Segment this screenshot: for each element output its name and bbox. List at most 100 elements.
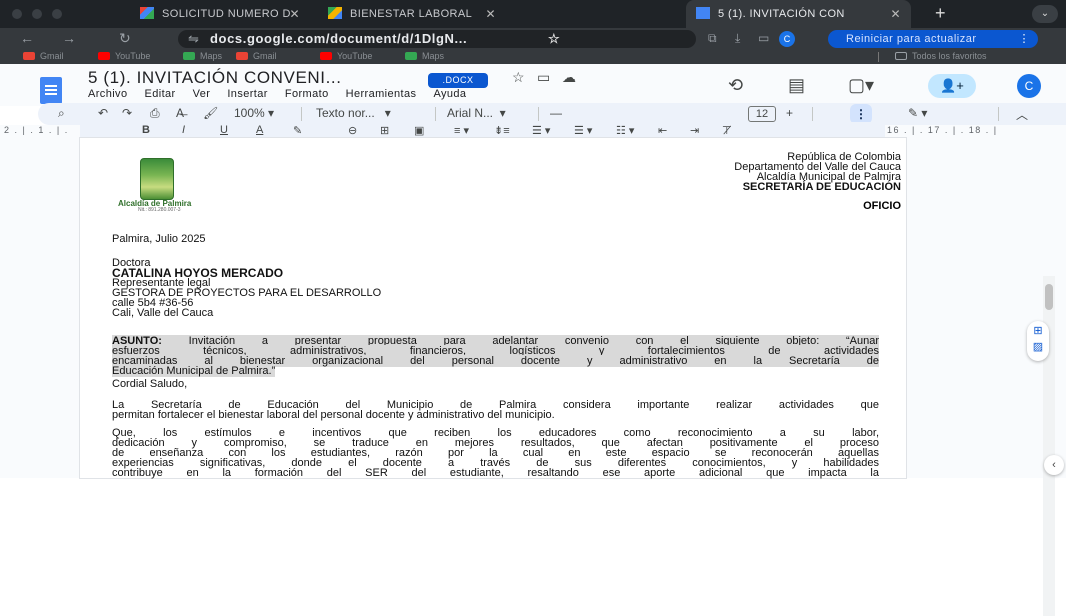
profile-avatar[interactable]: C: [779, 31, 795, 47]
url-field[interactable]: ⇋ docs.google.com/document/d/1DlgN... ☆: [178, 30, 696, 48]
bookmark-divider: [878, 52, 879, 62]
window-controls[interactable]: [12, 9, 62, 19]
logo-nit: Nit.: 891.280.007-3: [138, 207, 181, 213]
bookmark-star-icon[interactable]: ☆: [548, 30, 560, 48]
sidepanel-icon[interactable]: ▭: [758, 31, 769, 45]
document-page[interactable]: Alcaldía de Palmira Nit.: 891.280.007-3 …: [80, 138, 906, 479]
menu-formato[interactable]: Formato: [285, 88, 329, 100]
undo-icon[interactable]: ↶: [98, 106, 108, 120]
checklist-icon[interactable]: ☰ ▾: [532, 124, 550, 137]
docs-icon: [696, 7, 710, 19]
document-canvas: Alcaldía de Palmira Nit.: 891.280.007-3 …: [0, 138, 1066, 616]
clear-formatting-icon[interactable]: ⊤̸: [722, 124, 732, 137]
align-icon[interactable]: ≡ ▾: [454, 124, 469, 137]
scroll-thumb[interactable]: [1045, 284, 1053, 310]
print-icon[interactable]: ⎙: [150, 106, 160, 121]
underline-button[interactable]: U: [220, 124, 228, 136]
tab-search-icon[interactable]: ⌄: [1032, 5, 1058, 23]
paragraph-1: La Secretaría de Educación del Municipio…: [112, 399, 879, 421]
tab-label: SOLICITUD NUMERO D: [162, 8, 291, 20]
close-tab-icon[interactable]: ✕: [486, 0, 496, 28]
download-icon[interactable]: ⤓: [735, 31, 740, 46]
docx-badge: .DOCX: [428, 73, 488, 88]
redo-icon[interactable]: ↷: [122, 106, 132, 120]
letter-date: Palmira, Julio 2025: [112, 233, 206, 245]
menu-insertar[interactable]: Insertar: [227, 88, 268, 100]
back-icon[interactable]: ←: [20, 30, 34, 46]
bold-button[interactable]: B: [142, 124, 150, 136]
increase-indent-icon[interactable]: ⇥: [690, 124, 699, 137]
font-select[interactable]: Arial N... ▾: [447, 106, 506, 120]
numbered-list-icon[interactable]: ☷ ▾: [616, 124, 634, 137]
text-color-button[interactable]: A: [256, 124, 263, 136]
oficio-label: OFICIO: [863, 200, 901, 212]
tab-label: 5 (1). INVITACIÓN CON: [718, 8, 845, 20]
insert-image-icon[interactable]: ▣: [414, 124, 424, 137]
insert-comment-icon[interactable]: ⊞: [380, 124, 389, 137]
alcaldia-logo: [140, 158, 174, 200]
font-size-input[interactable]: 12: [748, 106, 776, 122]
collapse-menus-icon[interactable]: ︿: [1016, 106, 1028, 123]
bookmark-youtube[interactable]: YouTube: [320, 51, 372, 61]
close-tab-icon[interactable]: ✕: [290, 0, 300, 28]
style-select[interactable]: Texto nor... ▾: [316, 106, 391, 120]
decrease-font-size-button[interactable]: —: [550, 106, 562, 120]
menu-ver[interactable]: Ver: [193, 88, 211, 100]
suggest-edit-icon[interactable]: ▨: [1027, 340, 1049, 353]
comments-icon[interactable]: ▤: [788, 75, 805, 96]
ruler-numbers-left: 2 . | . 1 . | .: [4, 125, 69, 135]
forward-icon[interactable]: →: [62, 30, 76, 46]
reload-icon[interactable]: ↻: [119, 30, 131, 47]
bookmark-gmail[interactable]: Gmail: [23, 51, 64, 61]
search-menus-icon[interactable]: ⌕: [58, 106, 65, 121]
asunto-paragraph: ASUNTO: Invitación a presentar propuesta…: [112, 335, 879, 377]
paint-format-icon[interactable]: 🖌: [203, 106, 218, 120]
share-button[interactable]: 👤+: [928, 74, 976, 98]
star-icon[interactable]: ☆: [512, 69, 525, 86]
letterhead: República de Colombia Departamento del V…: [734, 151, 901, 193]
cloud-status-icon[interactable]: ☁: [562, 69, 576, 86]
browser-tab-invitacion[interactable]: 5 (1). INVITACIÓN CON ✕: [686, 0, 911, 28]
menu-ayuda[interactable]: Ayuda: [433, 88, 466, 100]
link-icon[interactable]: ⊖: [348, 124, 357, 137]
menu-herramientas[interactable]: Herramientas: [346, 88, 417, 100]
url-text: docs.google.com/document/d/1DlgN...: [210, 31, 468, 46]
history-icon[interactable]: ⟲: [728, 75, 743, 96]
italic-button[interactable]: I: [182, 124, 185, 136]
side-panel-toggle-icon[interactable]: ‹: [1044, 455, 1064, 475]
chrome-menu-icon[interactable]: ⋮: [1019, 30, 1031, 48]
extensions-icon[interactable]: ⧉: [708, 31, 717, 46]
site-settings-icon[interactable]: ⇋: [188, 30, 202, 48]
browser-tab-bienestar[interactable]: BIENESTAR LABORAL ✕: [318, 0, 506, 28]
bookmark-maps[interactable]: Maps: [183, 51, 222, 61]
menu-archivo[interactable]: Archivo: [88, 88, 127, 100]
bookmark-youtube[interactable]: YouTube: [98, 51, 150, 61]
update-label: Reiniciar para actualizar: [846, 33, 977, 45]
maximize-window-dot[interactable]: [52, 9, 62, 19]
spellcheck-icon[interactable]: A̶: [176, 106, 184, 120]
meet-icon[interactable]: ▢▾: [848, 75, 874, 96]
document-title[interactable]: 5 (1). INVITACIÓN CONVENI...: [88, 68, 342, 88]
bulleted-list-icon[interactable]: ☰ ▾: [574, 124, 592, 137]
pen-icon[interactable]: ✎ ▾: [908, 106, 927, 120]
close-window-dot[interactable]: [12, 9, 22, 19]
increase-font-size-button[interactable]: +: [786, 106, 793, 120]
bookmark-gmail[interactable]: Gmail: [236, 51, 277, 61]
new-tab-button[interactable]: +: [935, 3, 946, 24]
bookmark-maps[interactable]: Maps: [405, 51, 444, 61]
menu-editar[interactable]: Editar: [144, 88, 175, 100]
zoom-select[interactable]: 100% ▾: [234, 106, 274, 120]
user-avatar[interactable]: C: [1017, 74, 1041, 98]
browser-tab-solicitud[interactable]: SOLICITUD NUMERO D ✕: [130, 0, 310, 28]
update-chrome-button[interactable]: Reiniciar para actualizar ⋮: [828, 30, 1038, 48]
move-folder-icon[interactable]: ▭: [537, 69, 550, 86]
highlight-icon[interactable]: ✎: [293, 124, 302, 137]
line-spacing-icon[interactable]: ⇟≡: [494, 124, 510, 137]
minimize-window-dot[interactable]: [32, 9, 42, 19]
all-bookmarks[interactable]: Todos los favoritos: [895, 51, 987, 61]
more-options-icon[interactable]: ⋮: [850, 104, 872, 124]
close-tab-icon[interactable]: ✕: [891, 0, 901, 28]
add-comment-icon[interactable]: ⊞: [1027, 324, 1049, 337]
docs-logo-icon[interactable]: [40, 77, 62, 104]
decrease-indent-icon[interactable]: ⇤: [658, 124, 667, 137]
